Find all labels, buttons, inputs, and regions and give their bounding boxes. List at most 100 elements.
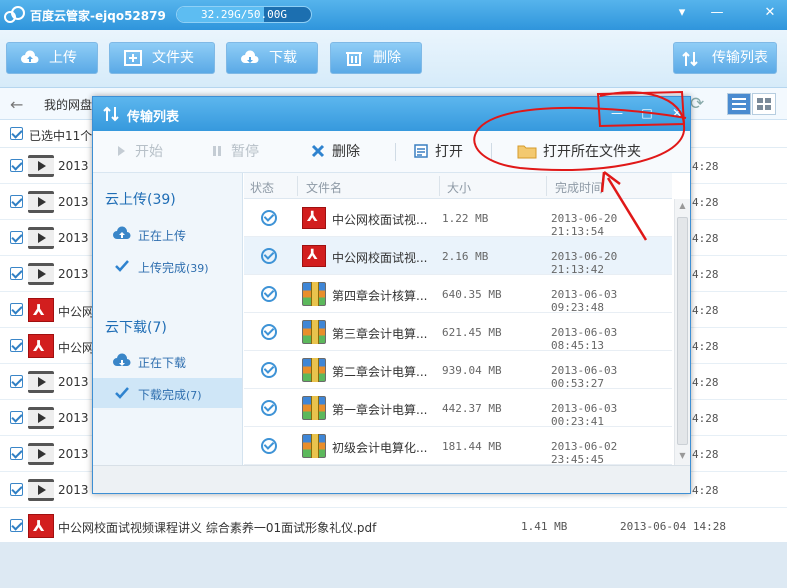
transfer-file-size: 621.45 MB <box>442 326 502 339</box>
open-file-button[interactable]: 打开 <box>413 141 463 163</box>
video-file-icon <box>28 227 54 249</box>
folder-icon <box>517 145 537 159</box>
list-view-button[interactable] <box>727 93 751 115</box>
file-name[interactable]: 中公网校面试视频课程讲义 综合素养一01面试形象礼仪.pdf <box>58 519 376 536</box>
storage-quota-bar: 32.29G/50.00G <box>176 6 312 23</box>
row-checkbox[interactable] <box>10 339 23 352</box>
cloud-upload-heading[interactable]: 云上传(39) <box>105 189 176 209</box>
transfer-file-name: 初级会计电算化... <box>332 441 428 455</box>
back-arrow-icon[interactable]: ← <box>10 95 23 114</box>
transfer-file-name: 中公网校面试视... <box>332 213 428 227</box>
row-checkbox[interactable] <box>10 447 23 460</box>
dialog-maximize-button[interactable]: □ <box>636 103 658 123</box>
transfer-row[interactable]: ⅄ 中公网校面试视... 2.16 MB 2013-06-20 21:13:42 <box>244 237 672 276</box>
toolbar-divider <box>395 143 396 161</box>
file-name[interactable]: 2013 <box>58 195 89 209</box>
transfer-row[interactable]: 第三章会计电算... 621.45 MB 2013-06-03 08:45:13 <box>244 313 672 352</box>
close-button[interactable]: ✕ <box>758 3 782 23</box>
row-checkbox[interactable] <box>10 159 23 172</box>
file-name[interactable]: 2013 <box>58 159 89 173</box>
table-scrollbar[interactable]: ▲ ▼ <box>674 199 690 465</box>
file-name[interactable]: 2013 <box>58 447 89 461</box>
row-checkbox[interactable] <box>10 411 23 424</box>
dialog-titlebar[interactable]: 传输列表 — □ ✕ <box>93 97 690 131</box>
start-button[interactable]: 开始 <box>113 141 163 163</box>
file-name[interactable]: 2013 <box>58 483 89 497</box>
row-checkbox[interactable] <box>10 303 23 316</box>
minimize-button[interactable]: — <box>705 3 729 23</box>
sidebar-item-uploading[interactable]: 正在上传 <box>93 219 242 249</box>
breadcrumb[interactable]: 我的网盘 <box>44 96 92 113</box>
pause-button[interactable]: 暂停 <box>209 141 259 163</box>
completed-status-icon <box>261 248 277 264</box>
cloud-download-heading-count: (7) <box>147 320 167 336</box>
refresh-icon[interactable]: ⟳ <box>690 94 712 114</box>
row-checkbox[interactable] <box>10 519 23 532</box>
sidebar-item-label: 下载完成(7) <box>138 388 202 402</box>
transfer-row[interactable]: 初级会计电算化... 181.44 MB 2013-06-02 23:45:45 <box>244 427 672 465</box>
grid-view-button[interactable] <box>752 93 776 115</box>
open-containing-folder-button[interactable]: 打开所在文件夹 <box>517 141 641 163</box>
scroll-up-arrow-icon[interactable]: ▲ <box>675 199 690 213</box>
file-date: 4:28 <box>692 448 719 461</box>
row-checkbox[interactable] <box>10 375 23 388</box>
file-name[interactable]: 中公网 <box>58 303 94 320</box>
pdf-file-icon: ⅄ <box>302 207 326 229</box>
pause-label: 暂停 <box>231 144 259 160</box>
delete-button[interactable]: 删除 <box>330 42 422 74</box>
transfer-file-name: 中公网校面试视... <box>332 251 428 265</box>
file-date: 4:28 <box>692 340 719 353</box>
file-name[interactable]: 2013 <box>58 375 89 389</box>
file-name[interactable]: 2013 <box>58 411 89 425</box>
transfer-table-header: 状态 文件名 大小 完成时间 <box>244 173 672 199</box>
select-all-checkbox[interactable] <box>10 127 23 140</box>
completed-status-icon <box>261 324 277 340</box>
sidebar-item-download-complete[interactable]: 下载完成(7) <box>93 378 242 408</box>
transfer-arrows-icon <box>682 51 698 67</box>
file-name[interactable]: 2013 <box>58 231 89 245</box>
status-bar <box>0 542 787 588</box>
rar-archive-icon <box>302 320 326 344</box>
sidebar-item-downloading[interactable]: 正在下载 <box>93 346 242 376</box>
completed-status-icon <box>261 438 277 454</box>
transfer-row[interactable]: 第二章会计电算... 939.04 MB 2013-06-03 00:53:27 <box>244 351 672 390</box>
dialog-minimize-button[interactable]: — <box>606 103 628 123</box>
menu-dropdown-icon[interactable]: ▾ <box>670 3 694 23</box>
completed-status-icon <box>261 210 277 226</box>
scrollbar-thumb[interactable] <box>677 217 688 445</box>
row-checkbox[interactable] <box>10 267 23 280</box>
delete-task-button[interactable]: 删除 <box>310 141 360 163</box>
sidebar-item-upload-complete[interactable]: 上传完成(39) <box>93 251 242 281</box>
new-folder-button[interactable]: 文件夹 <box>109 42 215 74</box>
pause-icon <box>213 146 221 156</box>
transfer-row[interactable]: 第一章会计电算... 442.37 MB 2013-06-03 00:23:41 <box>244 389 672 428</box>
table-row[interactable]: ⅄ 中公网校面试视频课程讲义 综合素养一01面试形象礼仪.pdf 1.41 MB 20… <box>0 508 787 544</box>
cloud-download-heading-label: 云下载 <box>105 320 147 336</box>
file-date: 4:28 <box>692 160 719 173</box>
column-completed-time[interactable]: 完成时间 <box>555 179 603 196</box>
checkmark-icon <box>115 387 129 399</box>
column-filename[interactable]: 文件名 <box>306 179 342 196</box>
column-divider <box>297 176 298 196</box>
cloud-upload-heading-count: (39) <box>147 192 176 208</box>
transfer-row[interactable]: 第四章会计核算... 640.35 MB 2013-06-03 09:23:48 <box>244 275 672 314</box>
download-button[interactable]: 下载 <box>226 42 318 74</box>
file-date: 2013-06-04 14:28 <box>620 520 726 533</box>
column-size[interactable]: 大小 <box>447 179 471 196</box>
cloud-upload-icon <box>21 50 39 63</box>
dialog-close-button[interactable]: ✕ <box>666 103 688 123</box>
column-status[interactable]: 状态 <box>250 179 274 196</box>
scroll-down-arrow-icon[interactable]: ▼ <box>675 449 690 463</box>
main-toolbar: 上传 文件夹 下载 删除 传输列表 <box>0 30 787 88</box>
file-name[interactable]: 中公网 <box>58 339 94 356</box>
row-checkbox[interactable] <box>10 483 23 496</box>
row-checkbox[interactable] <box>10 195 23 208</box>
dialog-footer <box>93 465 690 493</box>
transfer-row[interactable]: ⅄ 中公网校面试视... 1.22 MB 2013-06-20 21:13:54 <box>244 199 672 238</box>
cloud-download-heading[interactable]: 云下载(7) <box>105 317 167 337</box>
row-checkbox[interactable] <box>10 231 23 244</box>
file-name[interactable]: 2013 <box>58 267 89 281</box>
upload-button[interactable]: 上传 <box>6 42 98 74</box>
transfer-list-button[interactable]: 传输列表 <box>673 42 777 74</box>
video-file-icon <box>28 371 54 393</box>
